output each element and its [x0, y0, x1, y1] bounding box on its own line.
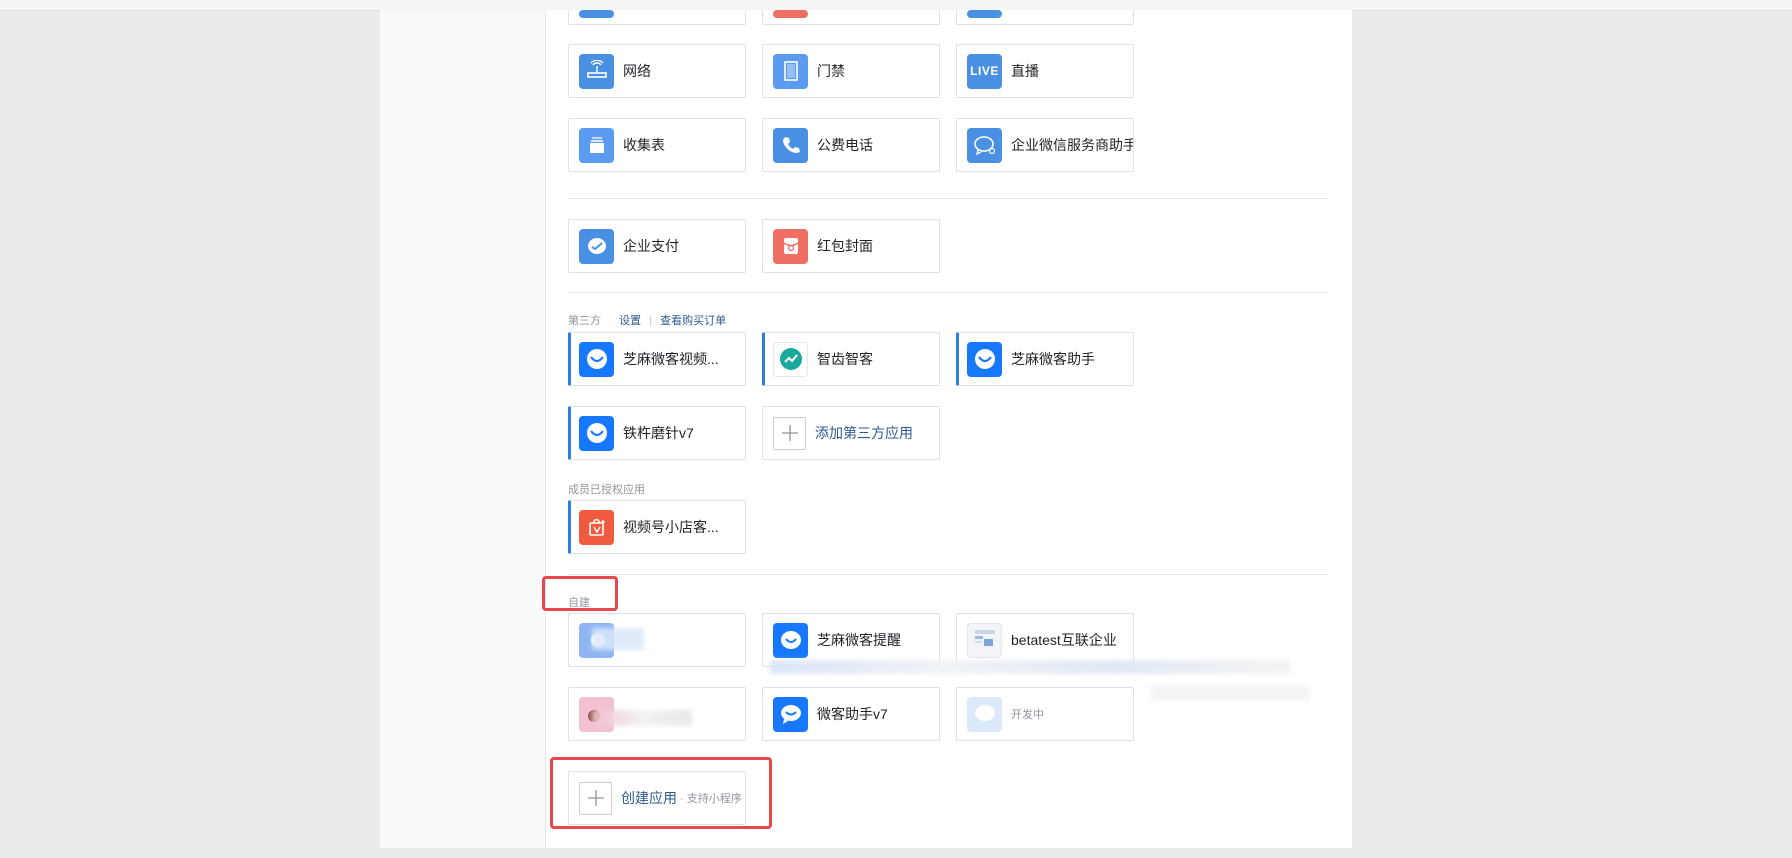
app-text: 开发中 — [1011, 705, 1044, 724]
dev-status: 开发中 — [1011, 708, 1044, 721]
highlight-box-self-built — [542, 576, 618, 611]
third-party-header: 第三方 设置 | 查看购买订单 — [568, 312, 726, 328]
phone-icon — [773, 127, 808, 163]
zhichi-icon — [773, 341, 808, 377]
app-card-partial-3[interactable] — [956, 10, 1134, 25]
section-title: 第三方 — [568, 315, 601, 327]
app-management-panel: 网络 门禁 LIVE 直播 收集表 公费电话 企业微信服务商助手 企业支付 红包… — [380, 10, 1352, 848]
settings-link[interactable]: 设置 — [619, 315, 641, 327]
app-name: 智齿智客 — [817, 351, 873, 367]
chat-bubble-icon — [967, 127, 1002, 163]
section-divider — [568, 198, 1328, 199]
app-card-network[interactable]: 网络 — [568, 44, 746, 98]
app-card-red-packet[interactable]: 红包封面 — [762, 219, 940, 273]
app-card-self-built[interactable]: 芝麻微客提醒 — [762, 613, 940, 667]
app-name: 直播 — [1011, 63, 1039, 79]
member-authorized-title: 成员已授权应用 — [568, 484, 645, 496]
app-name: 公费电话 — [817, 137, 873, 153]
app-name: 视频号小店客... — [623, 519, 719, 535]
redaction-blur — [1150, 686, 1310, 700]
chat-bubble-icon — [773, 696, 808, 732]
link-separator: | — [649, 315, 653, 327]
app-card-third-party[interactable]: 铁杵磨针v7 — [568, 406, 746, 460]
app-name: 收集表 — [623, 137, 665, 153]
app-name: 芝麻微客提醒 — [817, 632, 901, 648]
app-name: 网络 — [623, 63, 651, 79]
app-card-live[interactable]: LIVE 直播 — [956, 44, 1134, 98]
app-card-partial-2[interactable] — [762, 10, 940, 25]
app-name: 企业支付 — [623, 238, 679, 254]
app-card-third-party[interactable]: 智齿智客 — [762, 332, 940, 386]
app-card-self-built[interactable]: 开发中 — [956, 687, 1134, 741]
smile-icon — [579, 341, 614, 377]
add-app-label: 添加第三方应用 — [815, 425, 913, 441]
app-card-self-built[interactable]: 微客助手v7 — [762, 687, 940, 741]
app-card-member-authorized[interactable]: 视频号小店客... — [568, 500, 746, 554]
app-icon — [579, 10, 614, 18]
app-name: 企业微信服务商助手 — [1011, 137, 1133, 153]
red-packet-icon — [773, 228, 808, 264]
highlight-box-create-app — [550, 757, 772, 829]
redaction-blur — [770, 660, 1290, 674]
smile-icon — [579, 415, 614, 451]
collection-box-icon — [579, 127, 614, 163]
smile-icon — [773, 622, 808, 658]
section-divider — [568, 292, 1328, 293]
app-name: 芝麻微客助手 — [1011, 351, 1095, 367]
chat-bubble-icon — [967, 696, 1002, 732]
app-list: 网络 门禁 LIVE 直播 收集表 公费电话 企业微信服务商助手 企业支付 红包… — [380, 10, 1352, 848]
app-icon — [773, 10, 808, 18]
app-card-payment[interactable]: 企业支付 — [568, 219, 746, 273]
section-divider — [568, 574, 1328, 575]
router-icon — [579, 53, 614, 89]
payment-icon — [579, 228, 614, 264]
app-card-provider-assistant[interactable]: 企业微信服务商助手 — [956, 118, 1134, 172]
door-icon — [773, 53, 808, 89]
app-name: betatest互联企业 — [1011, 632, 1117, 648]
view-orders-link[interactable]: 查看购买订单 — [660, 315, 726, 327]
redaction-blur — [592, 628, 644, 650]
document-icon — [967, 622, 1002, 658]
app-card-third-party[interactable]: 芝麻微客视频... — [568, 332, 746, 386]
app-card-phone[interactable]: 公费电话 — [762, 118, 940, 172]
app-card-partial-1[interactable] — [568, 10, 746, 25]
app-name: 红包封面 — [817, 238, 873, 254]
app-icon — [967, 10, 1002, 18]
app-name: 微客助手v7 — [817, 706, 888, 722]
app-card-door-access[interactable]: 门禁 — [762, 44, 940, 98]
redaction-blur — [592, 710, 692, 726]
live-icon: LIVE — [967, 53, 1002, 89]
app-name: 铁杵磨针v7 — [623, 425, 694, 441]
app-card-form[interactable]: 收集表 — [568, 118, 746, 172]
app-name: 门禁 — [817, 63, 845, 79]
add-third-party-app-button[interactable]: 添加第三方应用 — [762, 406, 940, 460]
smile-icon — [967, 341, 1002, 377]
app-name: 芝麻微客视频... — [623, 351, 719, 367]
app-card-self-built[interactable]: betatest互联企业 — [956, 613, 1134, 667]
plus-icon — [773, 416, 806, 450]
app-card-third-party[interactable]: 芝麻微客助手 — [956, 332, 1134, 386]
shop-bag-icon — [579, 509, 614, 545]
